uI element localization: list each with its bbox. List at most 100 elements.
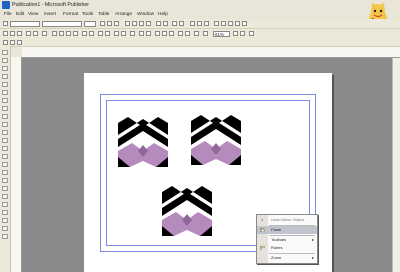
menu-help[interactable]: Help: [158, 12, 168, 17]
justify-icon[interactable]: [146, 21, 151, 26]
design-gallery-icon[interactable]: [155, 31, 160, 36]
open-icon[interactable]: [10, 31, 15, 36]
print-preview-icon[interactable]: [33, 31, 38, 36]
style-dropdown[interactable]: [10, 20, 40, 27]
ungroup-icon[interactable]: [185, 31, 190, 36]
shapes-tool-icon[interactable]: [2, 194, 8, 199]
insert-picture-icon[interactable]: [162, 31, 167, 36]
dash-style-icon[interactable]: [221, 21, 226, 26]
menu-insert[interactable]: Insert: [44, 12, 56, 17]
ctx-toolbars[interactable]: Toolbars ▸: [257, 236, 317, 244]
design-gallery-tool-icon[interactable]: [2, 162, 8, 167]
align-objects-icon[interactable]: [194, 31, 199, 36]
insert-table-icon[interactable]: [169, 31, 174, 36]
zoom-dropdown[interactable]: 61%: [213, 30, 230, 37]
cut-icon[interactable]: [52, 31, 57, 36]
copy-icon[interactable]: [59, 31, 64, 36]
quilt-block-1[interactable]: [118, 117, 168, 167]
font-dropdown[interactable]: [42, 20, 82, 27]
layout-guides-icon[interactable]: [17, 40, 22, 45]
pointer-tool-icon[interactable]: [2, 50, 8, 55]
menu-file[interactable]: File: [4, 12, 12, 17]
content-library-tool-icon[interactable]: [2, 178, 8, 183]
menu-tools[interactable]: Tools: [82, 12, 93, 17]
3d-style-icon[interactable]: [242, 21, 247, 26]
quilt-block-2[interactable]: [191, 115, 241, 165]
align-center-icon[interactable]: [132, 21, 137, 26]
columns-icon[interactable]: [139, 31, 144, 36]
ctx-undo-move-object[interactable]: Undo Move Object: [257, 216, 317, 224]
save-icon[interactable]: [17, 31, 22, 36]
zoom-in-icon[interactable]: [240, 31, 245, 36]
arrow-tool-icon[interactable]: [2, 106, 8, 111]
rotate-icon[interactable]: [114, 31, 119, 36]
bullets-icon[interactable]: [163, 21, 168, 26]
decrease-indent-icon[interactable]: [172, 21, 177, 26]
menu-arrange[interactable]: Arrange: [115, 12, 132, 17]
callout-tool-icon[interactable]: [2, 210, 8, 215]
catalog-merge-tool-icon[interactable]: [2, 170, 8, 175]
undo-toolbar-icon[interactable]: [82, 31, 87, 36]
flip-icon[interactable]: [121, 31, 126, 36]
menu-edit[interactable]: Edit: [16, 12, 24, 17]
vertical-scrollbar[interactable]: [392, 58, 400, 272]
wordart-tool-icon[interactable]: [2, 74, 8, 79]
more-tools-icon[interactable]: [2, 234, 8, 239]
menu-format[interactable]: Format: [63, 12, 78, 17]
ctx-paste[interactable]: Paste: [257, 226, 317, 234]
print-icon[interactable]: [26, 31, 31, 36]
align-right-icon[interactable]: [139, 21, 144, 26]
new-icon[interactable]: [3, 31, 8, 36]
picture-frame-tool-icon[interactable]: [2, 82, 8, 87]
menu-window[interactable]: Window: [137, 12, 154, 17]
bold-icon[interactable]: [100, 21, 105, 26]
vertical-ruler[interactable]: [11, 57, 22, 272]
flowchart-tool-icon[interactable]: [2, 218, 8, 223]
zoom-out-icon[interactable]: [233, 31, 238, 36]
clip-art-tool-icon[interactable]: [2, 90, 8, 95]
bookmark-tool-icon[interactable]: [2, 186, 8, 191]
page-navigation-icon[interactable]: [3, 40, 8, 45]
line-color-icon[interactable]: [197, 21, 202, 26]
autoshapes-tool-icon[interactable]: [2, 130, 8, 135]
ctx-rulers[interactable]: Rulers: [257, 244, 317, 252]
hot-spot-tool-icon[interactable]: [2, 138, 8, 143]
stars-banners-tool-icon[interactable]: [2, 226, 8, 231]
html-fragment-tool-icon[interactable]: [2, 154, 8, 159]
table-tool-icon[interactable]: [2, 66, 8, 71]
arrow-style-icon[interactable]: [228, 21, 233, 26]
line-style-icon[interactable]: [214, 21, 219, 26]
line-tool-icon[interactable]: [2, 98, 8, 103]
format-painter-icon[interactable]: [73, 31, 78, 36]
align-left-icon[interactable]: [125, 21, 130, 26]
master-page-icon[interactable]: [10, 40, 15, 45]
menu-table[interactable]: Table: [98, 12, 109, 17]
form-control-tool-icon[interactable]: [2, 146, 8, 151]
italic-icon[interactable]: [107, 21, 112, 26]
group-icon[interactable]: [178, 31, 183, 36]
ctx-zoom[interactable]: Zoom ▸: [257, 254, 317, 262]
connector-tool-icon[interactable]: [2, 202, 8, 207]
numbering-icon[interactable]: [156, 21, 161, 26]
fill-color-icon[interactable]: [190, 21, 195, 26]
special-characters-icon[interactable]: [203, 31, 208, 36]
spelling-icon[interactable]: [42, 31, 47, 36]
help-icon[interactable]: [249, 31, 254, 36]
text-box-icon[interactable]: [146, 31, 151, 36]
redo-toolbar-icon[interactable]: [89, 31, 94, 36]
quilt-block-3[interactable]: [162, 186, 212, 236]
increase-indent-icon[interactable]: [179, 21, 184, 26]
horizontal-ruler[interactable]: [22, 47, 400, 58]
menu-view[interactable]: View: [28, 12, 38, 17]
send-to-back-icon[interactable]: [105, 31, 110, 36]
insert-hyperlink-icon[interactable]: [130, 31, 135, 36]
style-icon[interactable]: [3, 21, 8, 26]
underline-icon[interactable]: [114, 21, 119, 26]
text-box-tool-icon[interactable]: [2, 58, 8, 63]
bring-to-front-icon[interactable]: [98, 31, 103, 36]
font-size-dropdown[interactable]: [84, 20, 96, 27]
shadow-style-icon[interactable]: [235, 21, 240, 26]
font-color-icon[interactable]: [204, 21, 209, 26]
paste-toolbar-icon[interactable]: [66, 31, 71, 36]
oval-tool-icon[interactable]: [2, 114, 8, 119]
